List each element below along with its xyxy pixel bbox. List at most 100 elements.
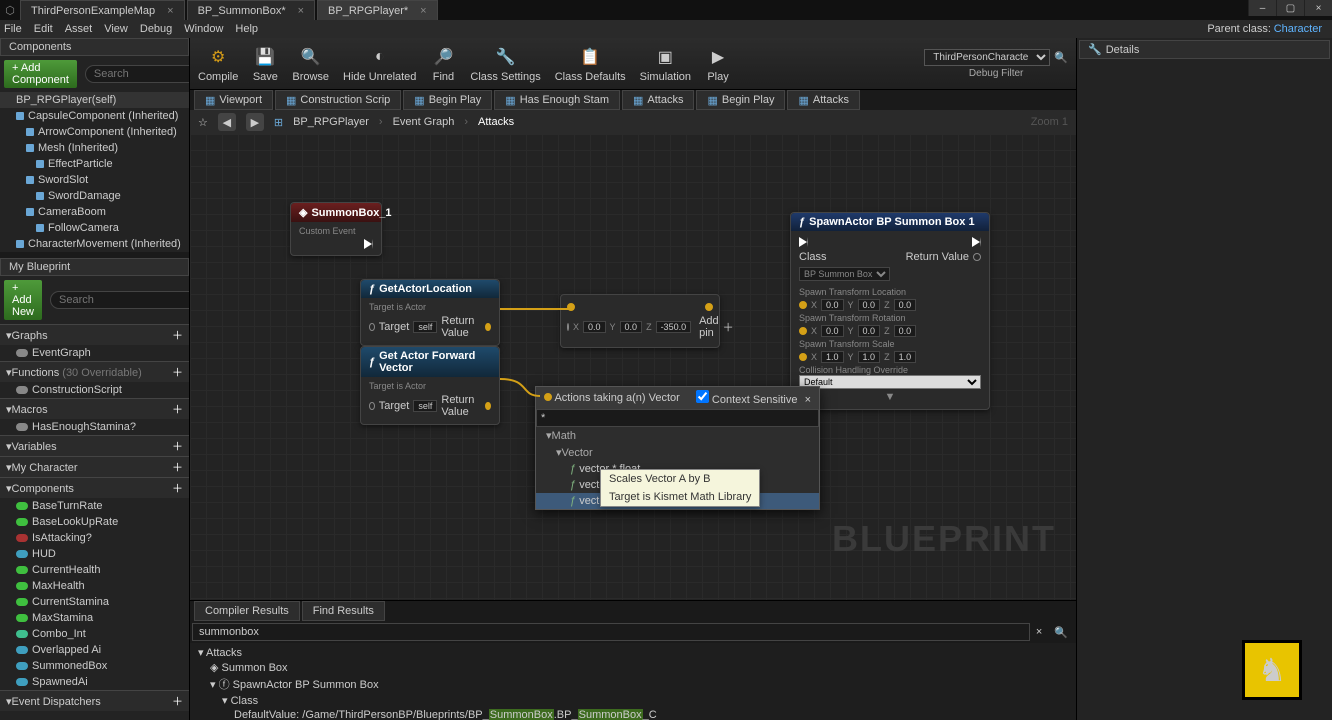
menu-file[interactable]: File bbox=[4, 23, 22, 35]
crumb-0[interactable]: BP_RPGPlayer bbox=[293, 116, 369, 128]
rot-pin[interactable] bbox=[799, 327, 807, 335]
search-icon[interactable]: 🔍 bbox=[1054, 51, 1068, 64]
doc-tab-2[interactable]: BP_RPGPlayer*× bbox=[317, 0, 438, 20]
component-item[interactable]: BP_RPGPlayer(self) bbox=[0, 92, 189, 108]
details-tab[interactable]: 🔧 Details bbox=[1079, 40, 1330, 59]
plus-icon[interactable]: ＋ bbox=[172, 327, 183, 343]
component-item[interactable]: SwordDamage bbox=[0, 188, 189, 204]
crumb-1[interactable]: Event Graph bbox=[393, 116, 455, 128]
context-category-math[interactable]: ▾Math bbox=[536, 427, 819, 444]
result-row[interactable]: ◈ Summon Box bbox=[196, 660, 1070, 675]
graph-tab[interactable]: ▦Begin Play bbox=[696, 90, 785, 110]
in-pin[interactable] bbox=[567, 323, 569, 331]
context-category-vector[interactable]: ▾Vector bbox=[536, 444, 819, 461]
find-in-blueprints-icon[interactable]: 🔍 bbox=[1048, 626, 1074, 639]
target-pin[interactable] bbox=[369, 323, 375, 331]
graph-canvas[interactable]: BLUEPRINT ◈SummonBox_1 Custom Event ƒGet… bbox=[190, 134, 1076, 600]
loc-pin[interactable] bbox=[799, 301, 807, 309]
component-item[interactable]: Mesh (Inherited) bbox=[0, 140, 189, 156]
component-item[interactable]: CapsuleComponent (Inherited) bbox=[0, 108, 189, 124]
close-icon[interactable]: × bbox=[298, 5, 304, 17]
doc-tab-1[interactable]: BP_SummonBox*× bbox=[187, 0, 315, 20]
close-icon[interactable]: × bbox=[167, 5, 173, 17]
toolbar-hide-unrelated[interactable]: ◐Hide Unrelated bbox=[343, 44, 416, 83]
close-icon[interactable]: × bbox=[420, 5, 426, 17]
plus-icon[interactable]: ＋ bbox=[172, 459, 183, 475]
toolbar-play[interactable]: ▶Play bbox=[705, 44, 731, 83]
plus-icon[interactable]: ＋ bbox=[172, 401, 183, 417]
result-row[interactable]: ▾ Class bbox=[196, 693, 1070, 708]
target-pin[interactable] bbox=[369, 402, 375, 410]
graph-tab[interactable]: ▦Begin Play bbox=[403, 90, 492, 110]
section-header[interactable]: ▾Variables＋ bbox=[0, 435, 189, 456]
menu-window[interactable]: Window bbox=[184, 23, 223, 35]
component-item[interactable]: EffectParticle bbox=[0, 156, 189, 172]
minimize-button[interactable]: – bbox=[1248, 0, 1276, 16]
blueprint-item[interactable]: CurrentHealth bbox=[0, 562, 189, 578]
find-results-tab[interactable]: Find Results bbox=[302, 601, 385, 621]
favorite-icon[interactable]: ☆ bbox=[198, 116, 208, 129]
graph-tab[interactable]: ▦Attacks bbox=[787, 90, 859, 110]
out-pin[interactable] bbox=[705, 303, 713, 311]
toolbar-simulation[interactable]: ▣Simulation bbox=[640, 44, 691, 83]
menu-view[interactable]: View bbox=[104, 23, 128, 35]
find-search-input[interactable] bbox=[192, 623, 1030, 641]
section-header[interactable]: ▾Graphs＋ bbox=[0, 324, 189, 345]
blueprint-item[interactable]: MaxHealth bbox=[0, 578, 189, 594]
parent-class-link[interactable]: Character bbox=[1274, 23, 1322, 35]
return-pin[interactable] bbox=[973, 253, 981, 261]
in-pin[interactable] bbox=[567, 303, 575, 311]
node-vector-compose[interactable]: X0.0 Y0.0 Z-350.0 Add pin＋ bbox=[560, 294, 720, 348]
graph-tab[interactable]: ▦Attacks bbox=[622, 90, 694, 110]
nav-back-button[interactable]: ◀ bbox=[218, 113, 236, 131]
collision-select[interactable]: Default bbox=[799, 375, 981, 389]
chevron-down-icon[interactable]: ▼ bbox=[885, 391, 896, 403]
add-component-button[interactable]: + Add Component bbox=[4, 60, 77, 88]
menu-edit[interactable]: Edit bbox=[34, 23, 53, 35]
context-sensitive-checkbox[interactable] bbox=[696, 390, 709, 403]
blueprint-item[interactable]: MaxStamina bbox=[0, 610, 189, 626]
components-panel-tab[interactable]: Components bbox=[0, 38, 189, 56]
plus-icon[interactable]: ＋ bbox=[723, 319, 734, 335]
node-get-actor-location[interactable]: ƒGetActorLocation Target is Actor Target… bbox=[360, 279, 500, 346]
close-icon[interactable]: × bbox=[1030, 626, 1048, 638]
blueprint-item[interactable]: HUD bbox=[0, 546, 189, 562]
close-icon[interactable]: × bbox=[805, 394, 811, 406]
components-search[interactable] bbox=[85, 65, 189, 83]
result-row[interactable]: DefaultValue: /Game/ThirdPersonBP/Bluepr… bbox=[196, 708, 1070, 720]
blueprint-item[interactable]: CurrentStamina bbox=[0, 594, 189, 610]
blueprint-search[interactable] bbox=[50, 291, 189, 309]
debug-filter-select[interactable]: ThirdPersonCharacte bbox=[924, 49, 1050, 66]
my-blueprint-tab[interactable]: My Blueprint bbox=[0, 258, 189, 276]
return-pin[interactable] bbox=[485, 323, 491, 331]
node-spawn-actor[interactable]: ƒSpawnActor BP Summon Box 1 ClassReturn … bbox=[790, 212, 990, 410]
compiler-results-tab[interactable]: Compiler Results bbox=[194, 601, 300, 621]
toolbar-save[interactable]: 💾Save bbox=[252, 44, 278, 83]
toolbar-compile[interactable]: ⚙Compile bbox=[198, 44, 238, 83]
blueprint-item[interactable]: BaseLookUpRate bbox=[0, 514, 189, 530]
node-get-forward-vector[interactable]: ƒGet Actor Forward Vector Target is Acto… bbox=[360, 346, 500, 425]
component-item[interactable]: CameraBoom bbox=[0, 204, 189, 220]
maximize-button[interactable]: ▢ bbox=[1276, 0, 1304, 16]
toolbar-find[interactable]: 🔎Find bbox=[430, 44, 456, 83]
exec-in-pin[interactable] bbox=[799, 237, 808, 247]
component-item[interactable]: SwordSlot bbox=[0, 172, 189, 188]
toolbar-class-settings[interactable]: 🔧Class Settings bbox=[470, 44, 540, 83]
section-header[interactable]: ▾Macros＋ bbox=[0, 398, 189, 419]
menu-debug[interactable]: Debug bbox=[140, 23, 172, 35]
return-pin[interactable] bbox=[485, 402, 491, 410]
component-item[interactable]: FollowCamera bbox=[0, 220, 189, 236]
plus-icon[interactable]: ＋ bbox=[172, 693, 183, 709]
component-item[interactable]: ArrowComponent (Inherited) bbox=[0, 124, 189, 140]
toolbar-browse[interactable]: 🔍Browse bbox=[292, 44, 329, 83]
section-header[interactable]: ▾Event Dispatchers＋ bbox=[0, 690, 189, 711]
add-pin-button[interactable]: Add pin bbox=[699, 315, 719, 339]
toolbar-class-defaults[interactable]: 📋Class Defaults bbox=[555, 44, 626, 83]
doc-tab-0[interactable]: ThirdPersonExampleMap× bbox=[20, 0, 185, 20]
graph-tab[interactable]: ▦Viewport bbox=[194, 90, 273, 110]
blueprint-item[interactable]: SpawnedAi bbox=[0, 674, 189, 690]
close-button[interactable]: × bbox=[1304, 0, 1332, 16]
blueprint-item[interactable]: HasEnoughStamina? bbox=[0, 419, 189, 435]
section-header[interactable]: ▾Components＋ bbox=[0, 477, 189, 498]
blueprint-item[interactable]: Combo_Int bbox=[0, 626, 189, 642]
